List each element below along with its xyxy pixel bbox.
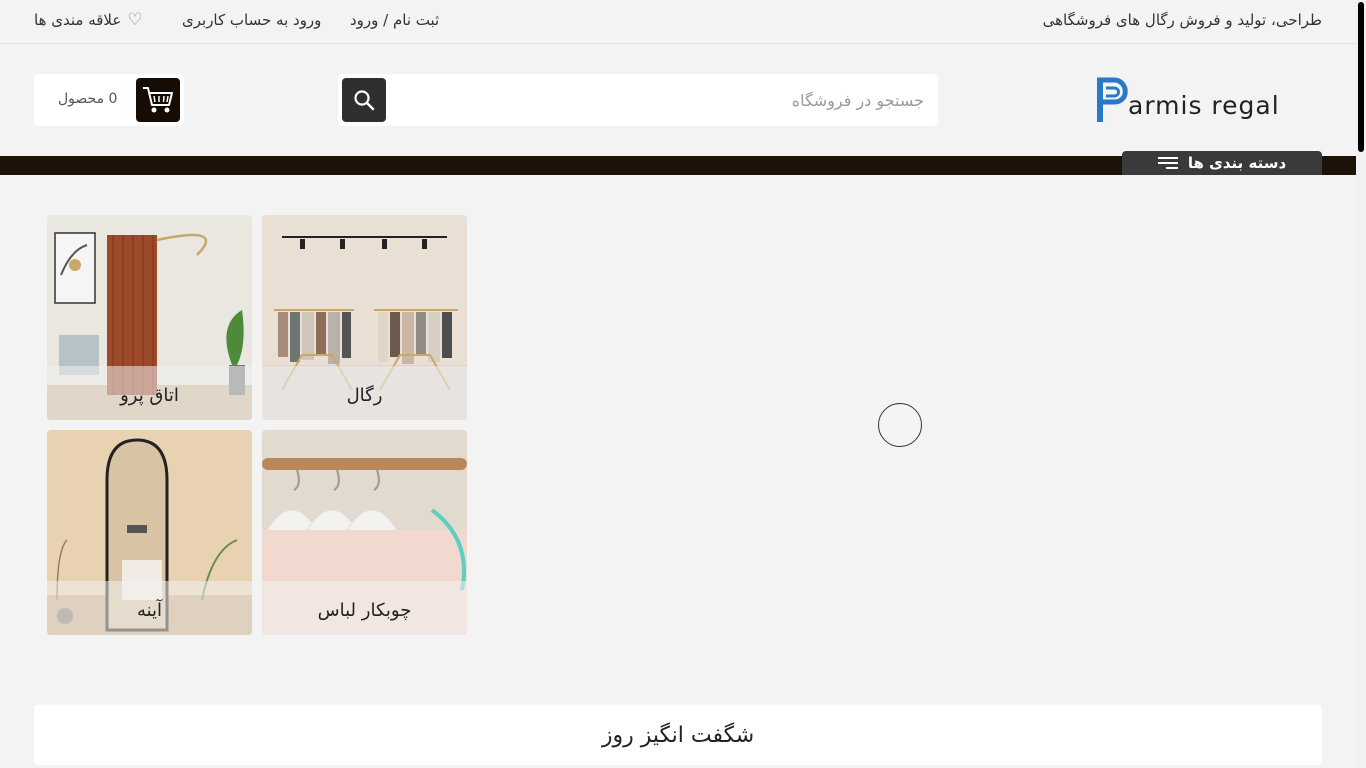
site-logo[interactable]: armis regal: [1094, 74, 1296, 126]
site-tagline: طراحی، تولید و فروش رگال های فروشگاهی: [1042, 11, 1322, 29]
mini-cart[interactable]: 0 محصول: [34, 74, 184, 126]
search-icon: [354, 90, 375, 111]
cart-count: 0 محصول: [58, 91, 118, 107]
category-label: آینه: [47, 581, 252, 635]
category-tile-hangers[interactable]: چوبکار لباس: [262, 430, 467, 635]
search-input[interactable]: [394, 74, 924, 126]
category-tile-fitting-room[interactable]: اتاق پرو: [47, 215, 252, 420]
daily-deals-header: شگفت انگیز روز: [34, 705, 1322, 765]
categories-menu-button[interactable]: دسته بندی ها: [1122, 151, 1322, 175]
heart-icon: ♡: [127, 10, 143, 30]
logo-text: armis regal: [1128, 90, 1280, 120]
cart-button[interactable]: [136, 78, 180, 122]
category-tile-mirror[interactable]: آینه: [47, 430, 252, 635]
category-tile-regal[interactable]: رگال: [262, 215, 467, 420]
account-login-link[interactable]: ورود به حساب کاربری: [182, 11, 321, 29]
daily-deals-title: شگفت انگیز روز: [601, 722, 755, 748]
scrollbar-thumb[interactable]: [1358, 2, 1364, 152]
top-bar: طراحی، تولید و فروش رگال های فروشگاهی ثب…: [0, 0, 1356, 44]
register-link[interactable]: ثبت نام / ورود: [350, 11, 439, 29]
category-label: چوبکار لباس: [262, 581, 467, 635]
categories-label: دسته بندی ها: [1187, 154, 1287, 172]
wishlist-label: علاقه مندی ها: [34, 11, 122, 29]
category-label: رگال: [262, 366, 467, 420]
wishlist-link[interactable]: ♡ علاقه مندی ها: [34, 10, 143, 30]
search-bar: [338, 74, 938, 126]
category-label: اتاق پرو: [47, 366, 252, 420]
loading-spinner: [878, 403, 922, 447]
cart-icon: [143, 87, 173, 113]
page-scrollbar[interactable]: [1356, 0, 1366, 768]
menu-icon: [1157, 157, 1178, 169]
search-button[interactable]: [342, 78, 386, 122]
